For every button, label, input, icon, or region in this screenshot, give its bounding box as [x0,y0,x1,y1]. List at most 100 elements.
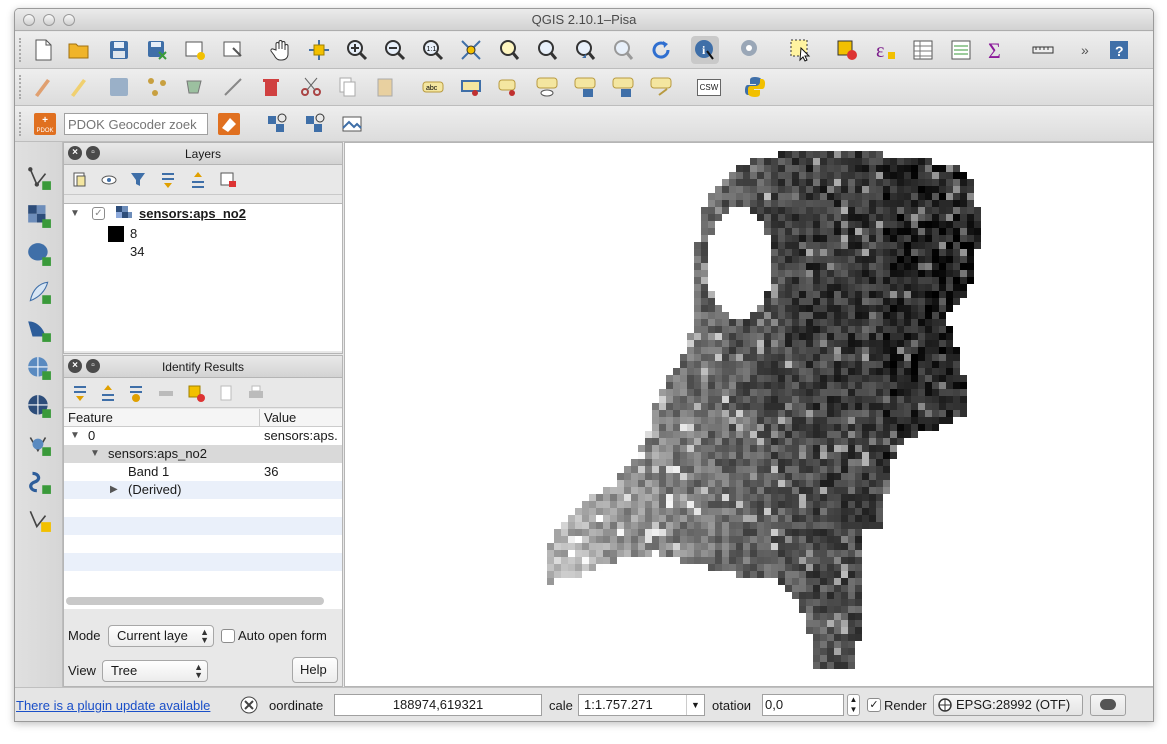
more-icon[interactable]: » [1075,36,1103,64]
add-wms-icon[interactable] [25,354,53,382]
add-wms-layer-icon[interactable] [262,110,290,138]
render-checkbox[interactable]: ✓ [867,698,881,712]
select-features-icon[interactable] [787,36,815,64]
manage-visibility-icon[interactable] [100,170,120,190]
node-tool-icon[interactable] [219,73,247,101]
add-feature-icon[interactable] [143,73,171,101]
identify-icon[interactable]: i [691,36,719,64]
highlight-labels-icon[interactable] [495,73,523,101]
pan-icon[interactable] [267,36,295,64]
add-wfs-layer-icon[interactable] [300,110,328,138]
current-edits-icon[interactable] [29,73,57,101]
cut-features-icon[interactable] [297,73,325,101]
add-vector-layer-icon[interactable] [25,164,53,192]
layer-name[interactable]: sensors:aps_no2 [139,206,246,221]
measure-icon[interactable] [1029,36,1057,64]
add-raster-layer-icon[interactable] [25,202,53,230]
expand-new-results-icon[interactable] [126,383,146,403]
view-select[interactable]: Tree ▲ ▼ [102,660,208,682]
plugin-update-link[interactable]: There is a plugin update available [16,698,210,713]
map-tips-icon[interactable] [737,36,765,64]
delete-selected-icon[interactable] [257,73,285,101]
show-hide-labels-icon[interactable] [533,73,561,101]
collapse-tree-icon[interactable] [98,383,118,403]
add-group-icon[interactable] [70,170,90,190]
collapse-all-icon[interactable] [188,170,208,190]
zoom-window-button[interactable] [63,14,75,26]
rotate-label-icon[interactable] [609,73,637,101]
expand-tree-icon[interactable] [70,383,90,403]
pdok-button[interactable]: + PDOK [31,110,59,138]
new-shapefile-layer-icon[interactable] [25,506,53,534]
open-project-icon[interactable] [65,36,93,64]
add-delimited-text-icon[interactable] [25,468,53,496]
refresh-icon[interactable] [647,36,675,64]
table-row[interactable]: ▼ 0 sensors:aps. [64,427,342,445]
save-project-icon[interactable] [105,36,133,64]
change-label-icon[interactable] [647,73,675,101]
coordinate-field[interactable]: 188974,619321 [334,694,542,716]
zoom-to-layer-icon[interactable] [533,36,561,64]
label-icon[interactable]: abc [419,73,447,101]
remove-layer-icon[interactable] [218,170,238,190]
zoom-next-icon[interactable] [609,36,637,64]
mode-select[interactable]: Current laye ▲ ▼ [108,625,214,647]
scale-combo[interactable]: 1:1.757.271 ▼ [578,694,705,716]
zoom-native-icon[interactable]: 1:1 [419,36,447,64]
zoom-in-icon[interactable] [343,36,371,64]
add-wfs-icon[interactable] [25,430,53,458]
paste-features-icon[interactable] [371,73,399,101]
statistics-icon[interactable] [947,36,975,64]
column-value[interactable]: Value [264,409,296,427]
csw-button[interactable]: CSW [695,73,723,101]
geocoder-search-input[interactable] [64,113,208,135]
python-console-icon[interactable] [741,73,769,101]
horizontal-scrollbar[interactable] [66,597,324,605]
table-row[interactable]: ▼ sensors:aps_no2 [64,445,342,463]
zoom-last-icon[interactable] [571,36,599,64]
copy-feature-icon[interactable] [216,383,236,403]
clear-results-icon[interactable] [156,383,176,403]
toggle-editing-icon[interactable] [65,73,93,101]
minimize-window-button[interactable] [43,14,55,26]
copy-features-icon[interactable] [333,73,361,101]
help-icon[interactable]: ? [1105,36,1133,64]
save-edits-icon[interactable] [105,73,133,101]
layer-visibility-checkbox[interactable]: ✓ [92,207,105,220]
zoom-full-icon[interactable] [457,36,485,64]
table-row[interactable]: Band 1 36 [64,463,342,481]
map-canvas[interactable] [344,142,1153,687]
add-spatialite-layer-icon[interactable] [25,278,53,306]
close-window-button[interactable] [23,14,35,26]
row-expander[interactable]: ▼ [70,427,80,445]
pan-to-selection-icon[interactable] [305,36,333,64]
crs-status-button[interactable]: EPSG:28992 (OTF) [933,694,1083,716]
geocoder-clear-icon[interactable] [215,110,243,138]
collapse-layer-arrow[interactable]: ▼ [70,208,80,219]
new-print-composer-icon[interactable] [181,36,209,64]
new-project-icon[interactable] [29,36,57,64]
toggle-extents-icon[interactable] [240,696,258,714]
filter-legend-icon[interactable] [128,170,148,190]
deselect-icon[interactable] [833,36,861,64]
rotation-field[interactable]: 0,0 [762,694,844,716]
float-panel-icon[interactable]: ▫ [86,146,100,160]
add-wcs-icon[interactable] [25,392,53,420]
save-as-icon[interactable] [143,36,171,64]
composer-manager-icon[interactable] [219,36,247,64]
pin-labels-icon[interactable] [457,73,485,101]
attribute-table-icon[interactable] [909,36,937,64]
help-button[interactable]: Help [292,657,338,683]
close-identify-panel-icon[interactable]: × [68,359,82,373]
row-expander[interactable]: ▶ [110,481,118,499]
float-identify-panel-icon[interactable]: ▫ [86,359,100,373]
scale-dropdown-icon[interactable]: ▼ [686,695,704,715]
zoom-to-selection-icon[interactable] [495,36,523,64]
zoom-out-icon[interactable] [381,36,409,64]
sum-icon[interactable]: Σ [983,36,1011,64]
column-feature[interactable]: Feature [68,409,113,427]
field-calculator-icon[interactable]: ε [871,36,899,64]
expand-all-icon[interactable] [158,170,178,190]
table-row[interactable]: ▶ (Derived) [64,481,342,499]
messages-button[interactable] [1090,694,1126,716]
